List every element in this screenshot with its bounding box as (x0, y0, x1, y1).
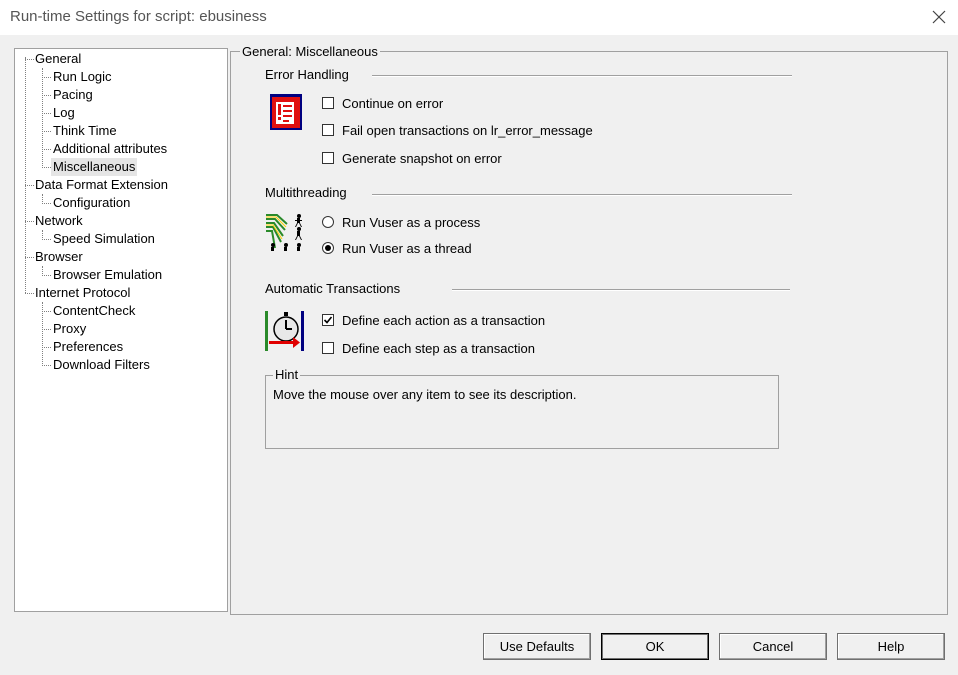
continue-on-error-option[interactable]: Continue on error (322, 94, 443, 112)
action-as-transaction-checkbox[interactable] (322, 314, 334, 326)
step-as-transaction-option[interactable]: Define each step as a transaction (322, 339, 535, 357)
tree-item-log[interactable]: Log (51, 104, 77, 122)
cancel-button[interactable]: Cancel (719, 633, 827, 660)
hint-label: Hint (273, 367, 301, 382)
use-defaults-button[interactable]: Use Defaults (483, 633, 591, 660)
generate-snapshot-label: Generate snapshot on error (342, 150, 502, 166)
run-as-process-option[interactable]: Run Vuser as a process (322, 213, 480, 231)
hint-text: Move the mouse over any item to see its … (273, 387, 577, 402)
tree-item-run-logic[interactable]: Run Logic (51, 68, 114, 86)
multithreading-divider (372, 194, 792, 196)
checkmark-icon (323, 316, 333, 324)
window-title: Run-time Settings for script: ebusiness (10, 8, 267, 25)
panel-title: General: Miscellaneous (240, 44, 380, 60)
step-as-transaction-checkbox[interactable] (322, 342, 334, 354)
close-button[interactable] (922, 2, 956, 32)
tree-item-contentcheck[interactable]: ContentCheck (51, 302, 137, 320)
run-as-process-radio[interactable] (322, 216, 334, 228)
tree-item-additional-attributes[interactable]: Additional attributes (51, 140, 169, 158)
title-bar: Run-time Settings for script: ebusiness (0, 0, 958, 35)
run-as-thread-radio[interactable] (322, 242, 334, 254)
tree-item-think-time[interactable]: Think Time (51, 122, 119, 140)
automatic-transactions-divider (452, 289, 790, 291)
radio-selected-dot (325, 245, 331, 251)
action-as-transaction-label: Define each action as a transaction (342, 312, 546, 328)
tree-item-general[interactable]: General (33, 50, 83, 68)
tree-item-data-format-extension[interactable]: Data Format Extension (33, 176, 170, 194)
error-handling-divider (372, 75, 792, 77)
ok-button[interactable]: OK (601, 633, 709, 660)
run-as-thread-option[interactable]: Run Vuser as a thread (322, 239, 472, 257)
error-icon (270, 94, 302, 130)
tree-item-internet-protocol[interactable]: Internet Protocol (33, 284, 132, 302)
fail-open-transactions-label: Fail open transactions on lr_error_messa… (342, 122, 593, 138)
fail-open-transactions-option[interactable]: Fail open transactions on lr_error_messa… (322, 121, 593, 139)
fail-open-transactions-checkbox[interactable] (322, 124, 334, 136)
help-button[interactable]: Help (837, 633, 945, 660)
run-as-thread-label: Run Vuser as a thread (342, 240, 472, 256)
generate-snapshot-checkbox[interactable] (322, 152, 334, 164)
generate-snapshot-option[interactable]: Generate snapshot on error (322, 149, 502, 167)
stopwatch-icon (265, 311, 304, 351)
tree-item-download-filters[interactable]: Download Filters (51, 356, 152, 374)
action-as-transaction-option[interactable]: Define each action as a transaction (322, 311, 545, 329)
tree-item-miscellaneous[interactable]: Miscellaneous (51, 158, 138, 176)
tree-item-browser-emulation[interactable]: Browser Emulation (51, 266, 164, 284)
tree-item-configuration[interactable]: Configuration (51, 194, 132, 212)
tree-item-network[interactable]: Network (33, 212, 85, 230)
settings-tree[interactable]: General Run Logic Pacing Log Think Time … (14, 48, 228, 612)
step-as-transaction-label: Define each step as a transaction (342, 340, 535, 356)
close-icon (932, 10, 946, 24)
tree-item-pacing[interactable]: Pacing (51, 86, 95, 104)
error-handling-label: Error Handling (265, 67, 349, 82)
tree-item-speed-simulation[interactable]: Speed Simulation (51, 230, 157, 248)
automatic-transactions-label: Automatic Transactions (265, 281, 401, 296)
multithreading-label: Multithreading (265, 185, 347, 200)
continue-on-error-label: Continue on error (342, 95, 444, 111)
run-as-process-label: Run Vuser as a process (342, 214, 481, 230)
tree-item-preferences[interactable]: Preferences (51, 338, 125, 356)
tree-item-proxy[interactable]: Proxy (51, 320, 88, 338)
continue-on-error-checkbox[interactable] (322, 97, 334, 109)
tree-item-browser[interactable]: Browser (33, 248, 85, 266)
multithreading-icon (266, 214, 302, 251)
